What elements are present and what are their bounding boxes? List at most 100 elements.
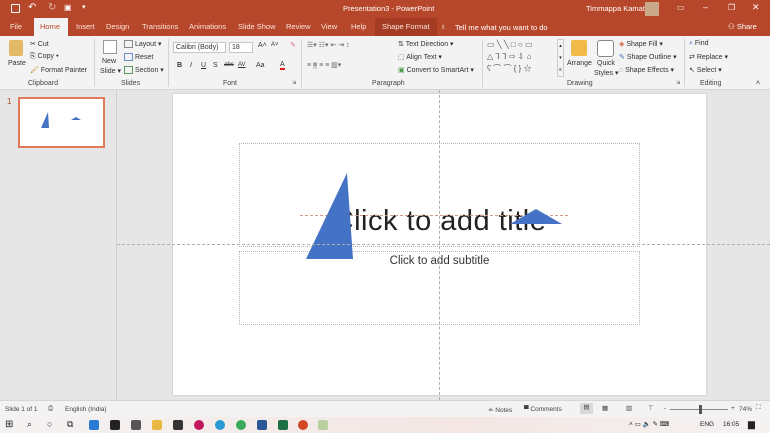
share-button[interactable]: ⚇ Share [728,22,757,31]
ribbon-display-options-icon[interactable]: ▭ [677,3,685,12]
cortana-icon[interactable]: ○ [47,419,52,429]
avatar[interactable] [645,2,659,16]
shape-fill-button[interactable]: ◈ Shape Fill ▾ [619,40,663,48]
paste-button[interactable]: Paste [8,60,26,67]
bold-button[interactable]: B [177,62,182,69]
new-slide-button[interactable]: New [102,58,116,65]
shape-effects-button[interactable]: ◌ Shape Effects ▾ [619,66,674,74]
notifications-icon[interactable]: ▆ [748,419,755,430]
app-icon[interactable] [173,420,183,430]
shapes-gallery[interactable]: ▭ ╲ ╲ □ ○ ▭ △ ⅂ ⅂ ⇨ ⇩ ⌂ ʕ ⌒ ⌒ { } ☆ [487,39,557,77]
user-name[interactable]: Timmappa Kamat [586,4,645,13]
comments-button[interactable]: ▀ Comments [524,406,562,413]
tab-file[interactable]: File [4,18,28,36]
reset-button[interactable]: Reset [124,53,153,61]
quick-styles-button[interactable]: Quick [597,60,615,67]
horizontal-guide[interactable] [117,244,770,245]
zoom-in-button[interactable]: + [731,405,735,412]
change-case-button[interactable]: Aa [256,62,265,69]
quick-styles-button-label[interactable]: Styles ▾ [594,69,619,77]
shapes-gallery-scroll[interactable]: ▴ ▾ ≡ [557,39,564,77]
paste-icon[interactable] [9,40,23,56]
tab-review[interactable]: Review [280,18,317,36]
replace-button[interactable]: ⇄ Replace ▾ [689,53,728,61]
edge-legacy-icon[interactable] [215,420,225,430]
clock[interactable]: 16:05 [723,421,739,428]
notes-button[interactable]: ≐ Notes [488,406,512,414]
bullets-icon[interactable]: ☰▾ ☷▾ ⇤ ⇥ ↕ [307,41,350,49]
windows-start-icon[interactable]: ⊞ [5,419,13,430]
font-name-dropdown[interactable]: Calibri (Body) [173,42,226,53]
tab-design[interactable]: Design [100,18,135,36]
character-spacing-button[interactable]: AV [238,62,246,68]
underline-button[interactable]: U [201,62,206,69]
search-icon[interactable]: ⌕ [27,419,32,430]
font-color-button[interactable]: A [280,61,285,70]
find-button[interactable]: ⌕ Find [689,40,709,48]
normal-view-button[interactable]: ▤ [580,403,593,414]
clear-formatting-icon[interactable]: ✎ [290,41,296,49]
increase-font-size-icon[interactable]: A˄ [258,42,267,49]
vertical-guide[interactable] [439,90,440,400]
file-explorer-icon[interactable] [152,420,162,430]
redo-icon[interactable]: ↻ [48,2,56,13]
task-view-icon[interactable]: ⧉ [67,419,73,430]
tab-transitions[interactable]: Transitions [136,18,184,36]
language-indicator[interactable]: English (India) [65,406,107,413]
text-direction-button[interactable]: ⇅ Text Direction ▾ [398,40,454,48]
strikethrough-button[interactable]: abc [224,62,234,68]
language-tray[interactable]: ENG [700,421,714,428]
close-button[interactable]: ✕ [752,2,760,13]
zoom-level[interactable]: 74% [739,406,752,413]
mail-icon[interactable] [131,420,141,430]
arrange-icon[interactable] [571,40,587,56]
tell-me-search[interactable]: Tell me what you want to do [455,23,548,32]
format-painter-button[interactable]: 🖌 Format Painter [30,66,87,74]
font-dialog-launcher-icon[interactable]: ⇲ [292,80,296,86]
layout-button[interactable]: Layout ▾ [124,40,162,49]
edge-icon[interactable] [89,420,99,430]
zoom-slider-thumb[interactable] [699,405,702,414]
tab-help[interactable]: Help [345,18,372,36]
copy-button[interactable]: ⎘ Copy ▾ [30,53,59,61]
app-icon[interactable] [194,420,204,430]
minimize-button[interactable]: – [703,2,708,12]
tab-shape-format[interactable]: Shape Format [375,18,437,36]
undo-icon[interactable]: ↶ [28,2,36,13]
fit-slide-icon[interactable]: ⛶ [756,404,761,412]
tray-icons[interactable]: ˄ ▭ 🔈 ✎ ⌨ [629,420,669,428]
arrange-button[interactable]: Arrange [567,60,592,67]
collapse-ribbon-icon[interactable]: ˄ [756,80,760,87]
triangle-shape[interactable] [510,209,562,224]
start-from-beginning-icon[interactable]: ▣ [64,3,72,12]
italic-button[interactable]: I [190,62,192,69]
tab-insert[interactable]: Insert [70,18,101,36]
tab-home[interactable]: Home [34,18,68,36]
font-size-dropdown[interactable]: 18 [229,42,253,53]
slide-sorter-button[interactable]: ▦ [602,404,608,412]
shape-outline-button[interactable]: ✎ Shape Outline ▾ [619,53,677,61]
restore-button[interactable]: ❐ [728,3,735,12]
word-icon[interactable] [257,420,267,430]
store-icon[interactable] [110,420,120,430]
alignment-icons[interactable]: ≡ ≡ ≡ ≡ ▥▾ [307,61,341,69]
powerpoint-icon[interactable] [298,420,308,430]
convert-smartart-button[interactable]: ▣ Convert to SmartArt ▾ [398,66,474,74]
drawing-dialog-launcher-icon[interactable]: ⇲ [676,80,680,86]
customize-qat-icon[interactable]: ▾ [82,3,86,11]
select-button[interactable]: ↖ Select ▾ [689,66,722,74]
section-button[interactable]: Section ▾ [124,66,164,75]
chrome-icon[interactable] [236,420,246,430]
slide-thumbnail[interactable] [18,97,105,148]
app-icon[interactable] [318,420,328,430]
reading-view-button[interactable]: ▥ [626,404,632,412]
tab-view[interactable]: View [315,18,343,36]
new-slide-button-label[interactable]: Slide ▾ [100,67,121,75]
zoom-out-button[interactable]: - [664,405,666,412]
quick-styles-icon[interactable] [597,40,614,57]
decrease-font-size-icon[interactable]: A˅ [271,42,279,48]
save-icon[interactable] [11,4,20,13]
align-text-button[interactable]: ⬚ Align Text ▾ [398,53,442,61]
cut-button[interactable]: ✂ Cut [30,40,49,48]
tab-animations[interactable]: Animations [183,18,232,36]
